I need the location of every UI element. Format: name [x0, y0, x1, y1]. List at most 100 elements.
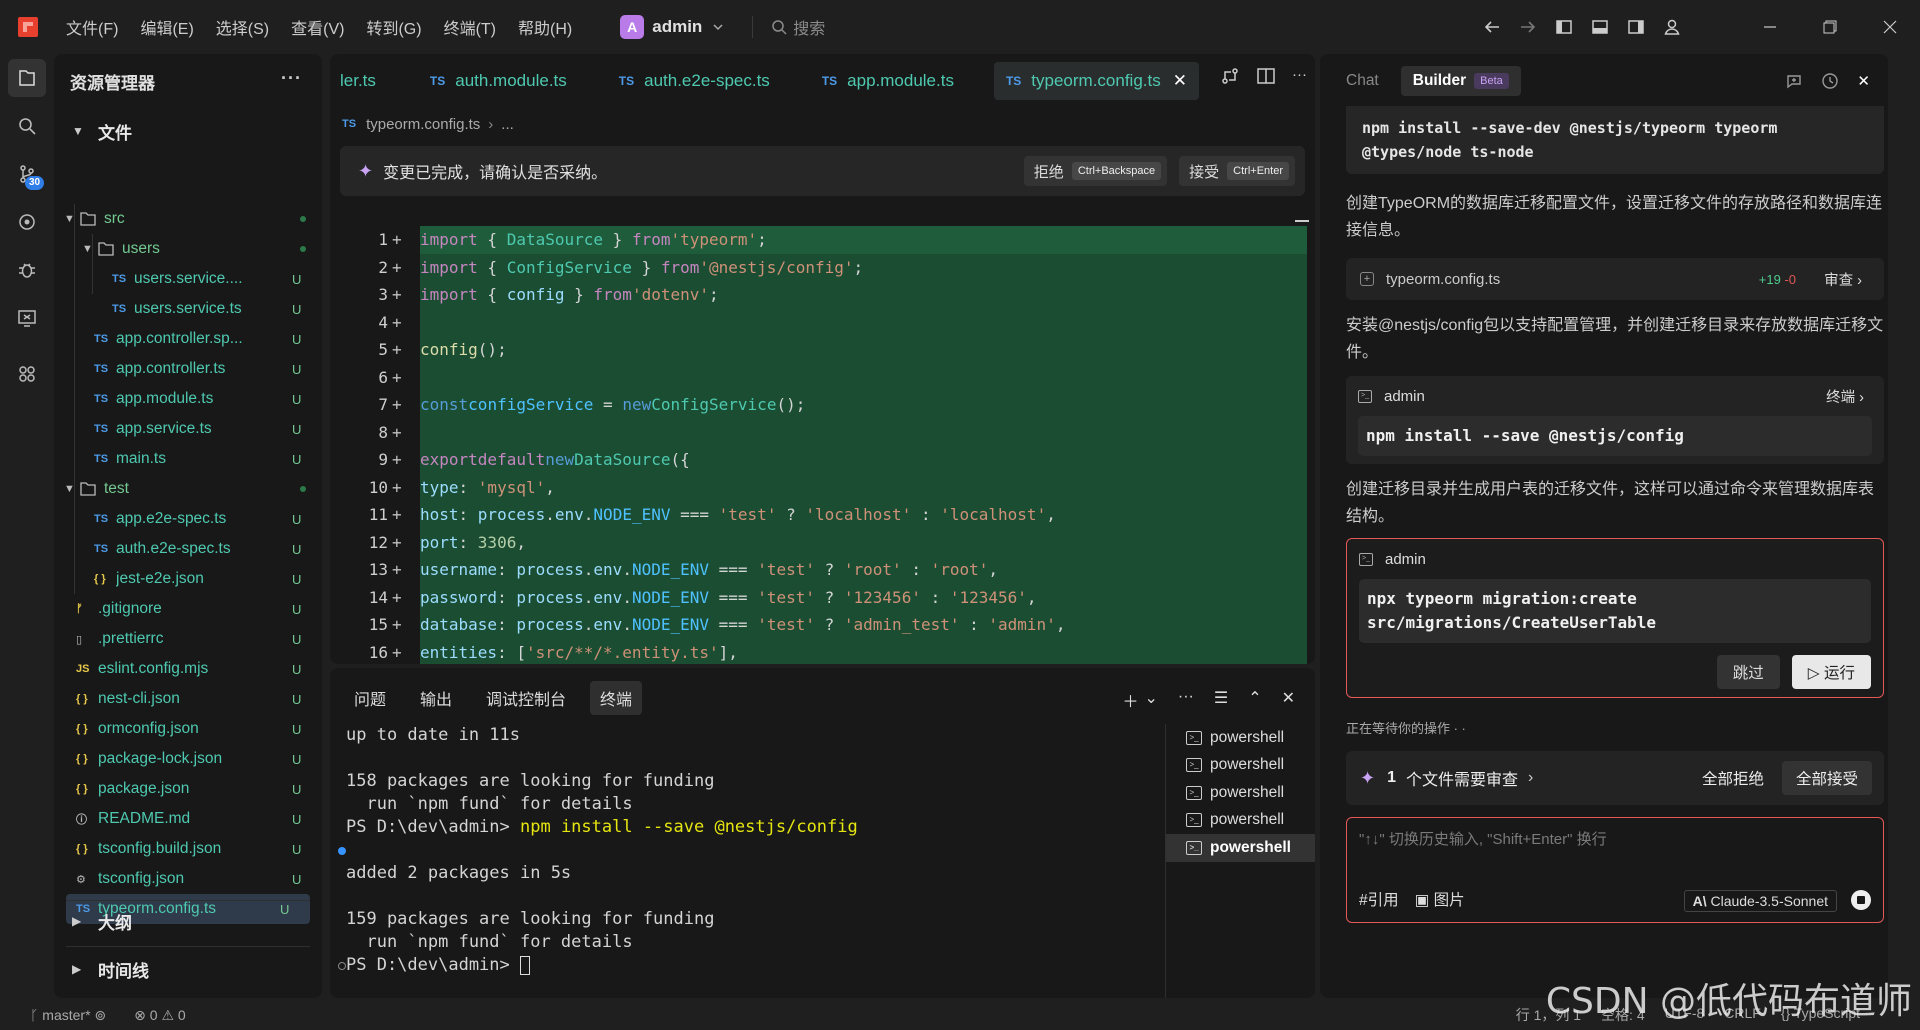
file-item[interactable]: TS users.service.ts U	[54, 294, 322, 324]
folder-users[interactable]: ▼ users	[54, 234, 322, 264]
code-view[interactable]: 1 + import { DataSource } from 'typeorm'; 2…	[330, 226, 1315, 664]
preview-activity[interactable]	[0, 294, 54, 342]
search-box[interactable]: 搜索	[771, 15, 825, 39]
terminal-item-active[interactable]: >_ powershell	[1166, 834, 1315, 862]
file-item[interactable]: { } package-lock.json U	[54, 744, 322, 774]
model-selector[interactable]: A\ Claude-3.5-Sonnet	[1683, 890, 1837, 912]
history-icon[interactable]	[1821, 72, 1839, 90]
tab-chat[interactable]: Chat	[1346, 72, 1379, 90]
sliders-icon[interactable]: ☰	[1214, 688, 1228, 712]
source-control-activity[interactable]: 30	[0, 150, 54, 198]
menu-file[interactable]: 文件(F)	[66, 15, 118, 39]
split-editor-icon[interactable]	[1256, 66, 1276, 86]
file-item[interactable]: ⓘ README.md U	[54, 804, 322, 834]
toggle-panel-icon[interactable]	[1582, 9, 1618, 45]
back-icon[interactable]	[1474, 9, 1510, 45]
chat-input[interactable]	[1359, 828, 1869, 868]
file-item[interactable]: TS main.ts U	[54, 444, 322, 474]
file-item[interactable]: { } package.json U	[54, 774, 322, 804]
breadcrumb-file[interactable]: typeorm.config.ts	[366, 116, 480, 133]
accept-all-button[interactable]: 全部接受	[1781, 761, 1872, 795]
close-icon[interactable]: ✕	[1857, 72, 1870, 90]
accept-button[interactable]: 接受 Ctrl+Enter	[1179, 156, 1295, 186]
file-item[interactable]: TS auth.e2e-spec.ts U	[54, 534, 322, 564]
file-change-card[interactable]: + typeorm.config.ts +19 -0 审查 ›	[1346, 258, 1884, 300]
tab-app-module[interactable]: TS app.module.ts	[810, 62, 966, 100]
menu-selection[interactable]: 选择(S)	[216, 15, 269, 39]
workspace-switcher[interactable]: A admin	[620, 15, 724, 39]
file-item[interactable]: ⚙ tsconfig.json U	[54, 864, 322, 894]
file-item[interactable]: TS users.service.... U	[54, 264, 322, 294]
tab-typeorm-config[interactable]: TS typeorm.config.ts ✕	[993, 62, 1199, 100]
chevron-up-icon[interactable]: ⌃	[1248, 688, 1261, 712]
file-item[interactable]: TS app.controller.ts U	[54, 354, 322, 384]
close-panel-icon[interactable]: ✕	[1282, 688, 1295, 712]
menu-goto[interactable]: 转到(G)	[366, 15, 421, 39]
compare-changes-icon[interactable]	[1220, 66, 1240, 86]
run-button[interactable]: ▷ 运行	[1791, 655, 1871, 689]
search-activity[interactable]	[0, 102, 54, 150]
open-terminal-link[interactable]: 终端 ›	[1826, 386, 1864, 407]
tab-problems[interactable]: 问题	[344, 681, 396, 715]
file-item[interactable]: TS app.e2e-spec.ts U	[54, 504, 322, 534]
breadcrumb-more[interactable]: ...	[501, 116, 514, 133]
reject-button[interactable]: 拒绝 Ctrl+Backspace	[1023, 156, 1168, 186]
file-item[interactable]: TS app.module.ts U	[54, 384, 322, 414]
toggle-secondary-sidebar-icon[interactable]	[1618, 9, 1654, 45]
reject-all-button[interactable]: 全部拒绝	[1702, 767, 1764, 789]
file-item[interactable]: { } nest-cli.json U	[54, 684, 322, 714]
tab-controller[interactable]: ler.ts	[330, 62, 388, 100]
review-link[interactable]: 审查 ›	[1824, 269, 1862, 290]
tab-debug-console[interactable]: 调试控制台	[476, 681, 576, 715]
account-icon[interactable]	[1654, 9, 1690, 45]
folder-test[interactable]: ▼ test	[54, 474, 322, 504]
timeline-section-header[interactable]: ▶ 时间线	[54, 952, 149, 986]
tab-builder[interactable]: Builder Beta	[1400, 66, 1521, 96]
file-item[interactable]: { } tsconfig.build.json U	[54, 834, 322, 864]
new-terminal-icon[interactable]: ＋	[1122, 688, 1138, 712]
restore-icon[interactable]	[1800, 0, 1860, 54]
new-chat-icon[interactable]	[1785, 72, 1803, 90]
forward-icon[interactable]	[1510, 9, 1546, 45]
pending-text[interactable]: 个文件需要审查	[1406, 766, 1518, 790]
debug-activity[interactable]	[0, 246, 54, 294]
toggle-sidebar-icon[interactable]	[1546, 9, 1582, 45]
outline-section-header[interactable]: ▶ 大纲	[54, 904, 132, 938]
extensions-activity[interactable]	[0, 350, 54, 398]
folder-src[interactable]: ▼ src	[54, 204, 322, 234]
problems-indicator[interactable]: ⊗ 0 ⚠ 0	[134, 1007, 186, 1024]
tab-output[interactable]: 输出	[410, 681, 462, 715]
explorer-activity[interactable]	[0, 54, 54, 102]
file-item[interactable]: TS app.service.ts U	[54, 414, 322, 444]
close-icon[interactable]: ✕	[1173, 71, 1187, 91]
files-section-header[interactable]: ▼ 文件	[54, 114, 322, 148]
tab-auth-e2e-spec[interactable]: TS auth.e2e-spec.ts	[607, 62, 782, 100]
menu-edit[interactable]: 编辑(E)	[140, 15, 193, 39]
chevron-down-icon[interactable]: ⌄	[1144, 688, 1157, 712]
more-actions-icon[interactable]: ···	[1292, 66, 1307, 86]
branch-indicator[interactable]: ᚴ master* ⊚	[30, 1007, 106, 1024]
file-item[interactable]: JS eslint.config.mjs U	[54, 654, 322, 684]
tab-auth-module[interactable]: TS auth.module.ts	[418, 62, 579, 100]
tab-terminal[interactable]: 终端	[590, 681, 643, 715]
remote-activity[interactable]	[0, 198, 54, 246]
file-item[interactable]: { } jest-e2e.json U	[54, 564, 322, 594]
terminal-output[interactable]: up to date in 11s 158 packages are looki…	[338, 724, 1176, 977]
file-item[interactable]: ▯ .prettierrc U	[54, 624, 322, 654]
minimize-icon[interactable]	[1740, 0, 1800, 54]
stop-button[interactable]	[1851, 890, 1871, 910]
menu-terminal[interactable]: 终端(T)	[444, 15, 496, 39]
file-item[interactable]: { } ormconfig.json U	[54, 714, 322, 744]
menu-help[interactable]: 帮助(H)	[518, 15, 572, 39]
close-window-icon[interactable]	[1860, 0, 1920, 54]
terminal-item[interactable]: >_ powershell	[1166, 724, 1315, 752]
terminal-item[interactable]: >_ powershell	[1166, 807, 1315, 835]
skip-button[interactable]: 跳过	[1716, 655, 1780, 689]
file-item[interactable]: TS app.controller.sp... U	[54, 324, 322, 354]
terminal-item[interactable]: >_ powershell	[1166, 752, 1315, 780]
more-actions-icon[interactable]: ···	[1178, 688, 1194, 712]
reference-button[interactable]: #引用	[1359, 888, 1399, 910]
menu-view[interactable]: 查看(V)	[291, 15, 344, 39]
image-button[interactable]: ▣ 图片	[1415, 888, 1465, 910]
more-actions-icon[interactable]: ···	[281, 68, 302, 89]
